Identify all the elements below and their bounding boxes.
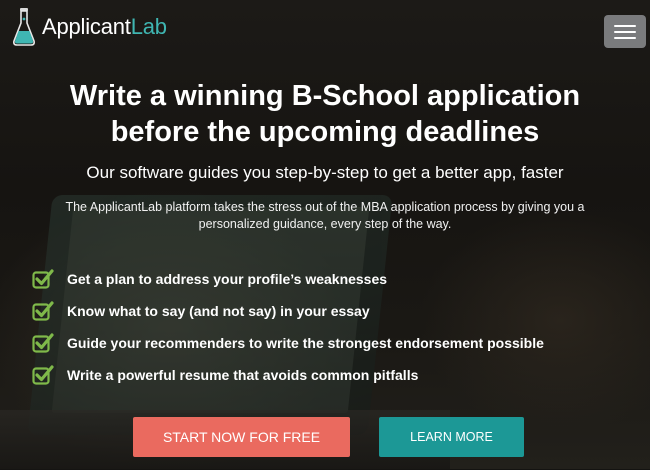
feature-item: Guide your recommenders to write the str… <box>32 327 544 359</box>
headline-line-2: before the upcoming deadlines <box>110 116 540 148</box>
headline: Write a winning B-School application bef… <box>0 78 650 150</box>
description: The ApplicantLab platform takes the stre… <box>65 200 585 231</box>
menu-bar-3 <box>614 36 636 39</box>
feature-text: Get a plan to address your profile’s wea… <box>67 271 388 287</box>
feature-text: Guide your recommenders to write the str… <box>67 335 544 351</box>
feature-list: Get a plan to address your profile’s wea… <box>32 263 544 391</box>
feature-item: Get a plan to address your profile’s wea… <box>32 263 544 295</box>
logo-text-part2: Lab <box>130 14 167 39</box>
menu-bar-1 <box>614 24 636 27</box>
feature-text: Write a powerful resume that avoids comm… <box>67 367 419 383</box>
logo-text-part1: Applicant <box>42 14 131 39</box>
hamburger-menu-button[interactable] <box>604 15 646 48</box>
menu-bar-2 <box>614 30 636 33</box>
checkbox-check-icon <box>32 301 54 321</box>
logo-text: ApplicantLab <box>42 14 167 40</box>
headline-line-1: Write a winning B-School application <box>69 80 581 112</box>
checkbox-check-icon <box>32 269 54 289</box>
flask-icon <box>13 8 35 46</box>
checkbox-check-icon <box>32 365 54 385</box>
logo[interactable]: ApplicantLab <box>12 5 167 49</box>
checkbox-check-icon <box>32 333 54 353</box>
feature-item: Know what to say (and not say) in your e… <box>32 295 544 327</box>
learn-more-button[interactable]: LEARN MORE <box>379 417 524 457</box>
feature-item: Write a powerful resume that avoids comm… <box>32 359 544 391</box>
feature-text: Know what to say (and not say) in your e… <box>67 303 370 319</box>
subheadline: Our software guides you step-by-step to … <box>86 163 564 182</box>
start-now-button[interactable]: START NOW FOR FREE <box>133 417 350 457</box>
